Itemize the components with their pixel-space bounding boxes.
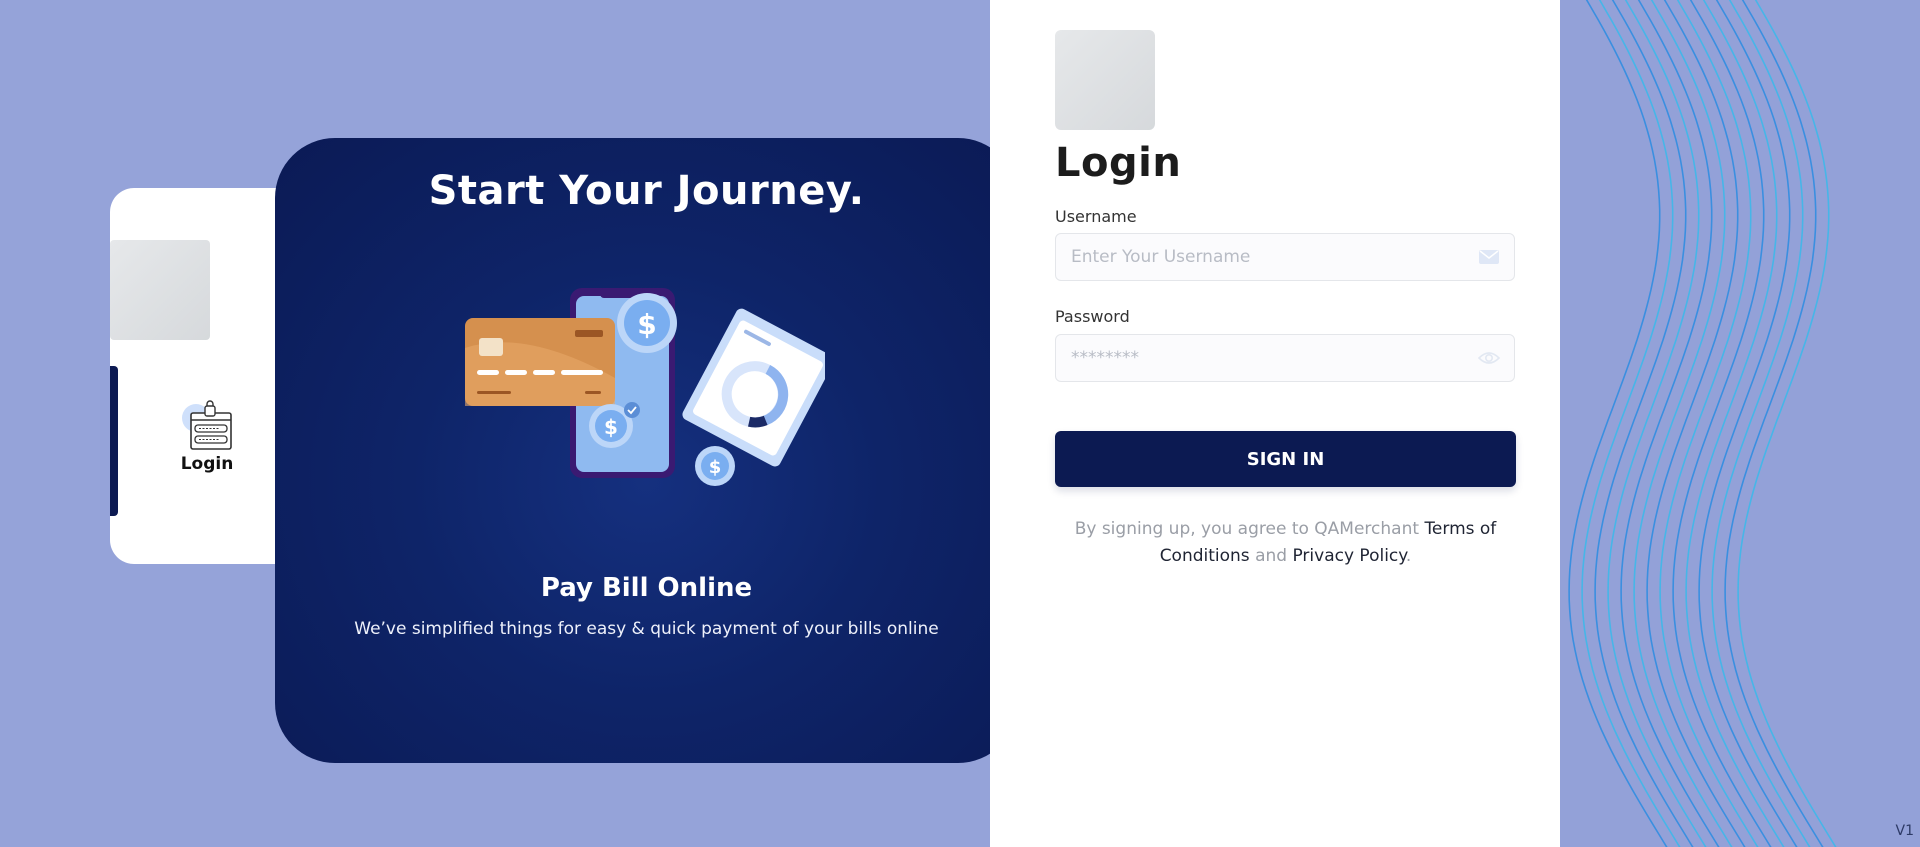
wave-line [1620, 0, 1720, 847]
privacy-link[interactable]: Privacy Policy [1292, 546, 1405, 566]
wave-line [1724, 0, 1824, 847]
wave-line [1607, 0, 1707, 847]
wave-line [1672, 0, 1772, 847]
sidebar-item-login[interactable]: Login [167, 400, 247, 474]
password-field-wrapper [1055, 334, 1515, 382]
svg-text:$: $ [637, 308, 656, 341]
hero-card: Start Your Journey. $ $ $ Pay Bill Onlin… [275, 138, 1018, 763]
wave-line [1633, 0, 1733, 847]
page-title: Login [1055, 140, 1182, 186]
wave-line [1698, 0, 1798, 847]
envelope-icon [1479, 250, 1499, 264]
wave-line [1659, 0, 1759, 847]
sidebar-item-label: Login [180, 454, 234, 474]
payment-illustration: $ $ $ [465, 288, 825, 486]
login-form-icon [182, 400, 232, 450]
wave-line [1646, 0, 1746, 847]
sign-in-button[interactable]: SIGN IN [1055, 431, 1516, 487]
wave-line [1711, 0, 1811, 847]
active-indicator [110, 366, 118, 516]
version-label: V1 [1895, 823, 1914, 839]
password-label: Password [1055, 307, 1130, 326]
wave-line [1685, 0, 1785, 847]
wave-decoration [1560, 0, 1920, 847]
svg-text:$: $ [604, 415, 618, 439]
brand-logo-placeholder [1055, 30, 1155, 130]
wave-line [1737, 0, 1837, 847]
side-nav-logo-placeholder [110, 240, 210, 340]
hero-title: Start Your Journey. [428, 168, 865, 214]
hero-subtitle: Pay Bill Online [540, 573, 753, 603]
hero-description: We’ve simplified things for easy & quick… [354, 619, 939, 639]
terms-prefix: By signing up, you agree to QAMerchant [1074, 519, 1425, 539]
login-panel: Login Username Password SIGN IN By signi… [990, 0, 1560, 847]
terms-suffix: . [1405, 546, 1412, 566]
terms-notice: By signing up, you agree to QAMerchant T… [1055, 516, 1516, 570]
username-input[interactable] [1056, 234, 1451, 280]
wave-line [1594, 0, 1694, 847]
svg-text:$: $ [709, 457, 722, 478]
username-field-wrapper [1055, 233, 1515, 281]
wave-line [1568, 0, 1668, 847]
wave-lines-graphic [1568, 0, 1837, 847]
terms-connector: and [1249, 546, 1293, 566]
wave-line [1581, 0, 1681, 847]
username-label: Username [1055, 207, 1137, 226]
eye-icon[interactable] [1478, 349, 1500, 367]
password-input[interactable] [1056, 335, 1451, 381]
